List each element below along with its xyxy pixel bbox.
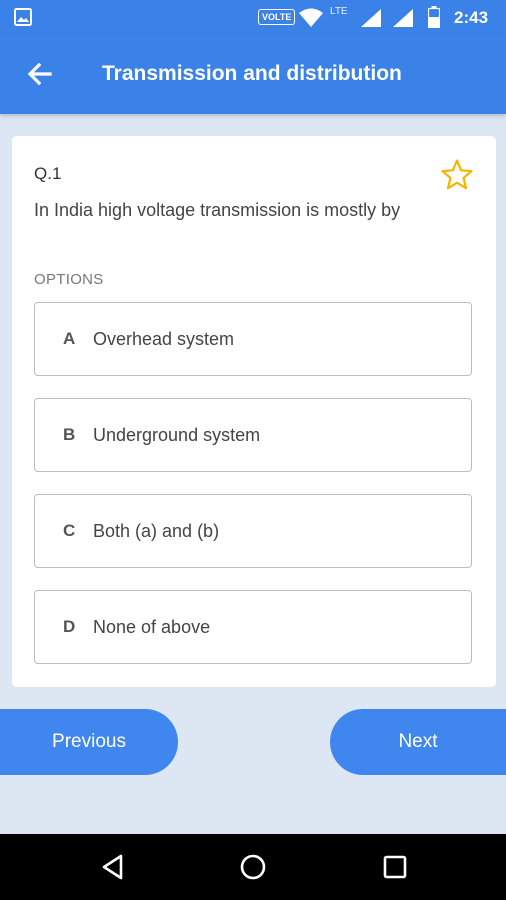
option-a[interactable]: A Overhead system [34, 302, 472, 376]
arrow-left-icon[interactable] [24, 58, 56, 90]
battery-icon [428, 6, 440, 28]
option-text: Overhead system [93, 329, 235, 349]
status-bar: VOLTE LTE 2:43 [0, 0, 506, 34]
next-button[interactable]: Next [330, 709, 506, 775]
image-icon [14, 8, 32, 26]
option-c[interactable]: C Both (a) and (b) [34, 494, 472, 568]
clock: 2:43 [454, 8, 489, 27]
question-text: In India high voltage transmission is mo… [34, 200, 401, 220]
previous-button-label: Previous [52, 731, 126, 752]
star-outline-icon[interactable] [440, 158, 474, 192]
question-card: Q.1 In India high voltage transmission i… [12, 136, 496, 687]
option-letter: B [63, 425, 76, 444]
page-title: Transmission and distribution [102, 62, 402, 85]
next-button-label: Next [398, 731, 438, 752]
home-circle-icon[interactable] [238, 852, 268, 882]
signal-icon [361, 9, 381, 27]
wifi-icon [299, 8, 323, 27]
network-type: LTE [330, 6, 348, 17]
signal-icon [393, 9, 413, 27]
option-letter: A [63, 329, 76, 348]
option-text: None of above [93, 617, 211, 637]
option-text: Both (a) and (b) [93, 521, 220, 541]
options-heading: OPTIONS [34, 271, 104, 288]
option-letter: D [63, 617, 76, 636]
option-d[interactable]: D None of above [34, 590, 472, 664]
recents-square-icon[interactable] [380, 852, 410, 882]
question-number: Q.1 [34, 164, 62, 183]
previous-button[interactable]: Previous [0, 709, 178, 775]
option-text: Underground system [93, 425, 261, 445]
volte-badge: VOLTE [258, 9, 296, 25]
back-triangle-icon[interactable] [98, 852, 128, 882]
app-bar: Transmission and distribution [0, 34, 506, 114]
system-nav-bar [0, 834, 506, 900]
option-letter: C [63, 521, 76, 540]
option-b[interactable]: B Underground system [34, 398, 472, 472]
